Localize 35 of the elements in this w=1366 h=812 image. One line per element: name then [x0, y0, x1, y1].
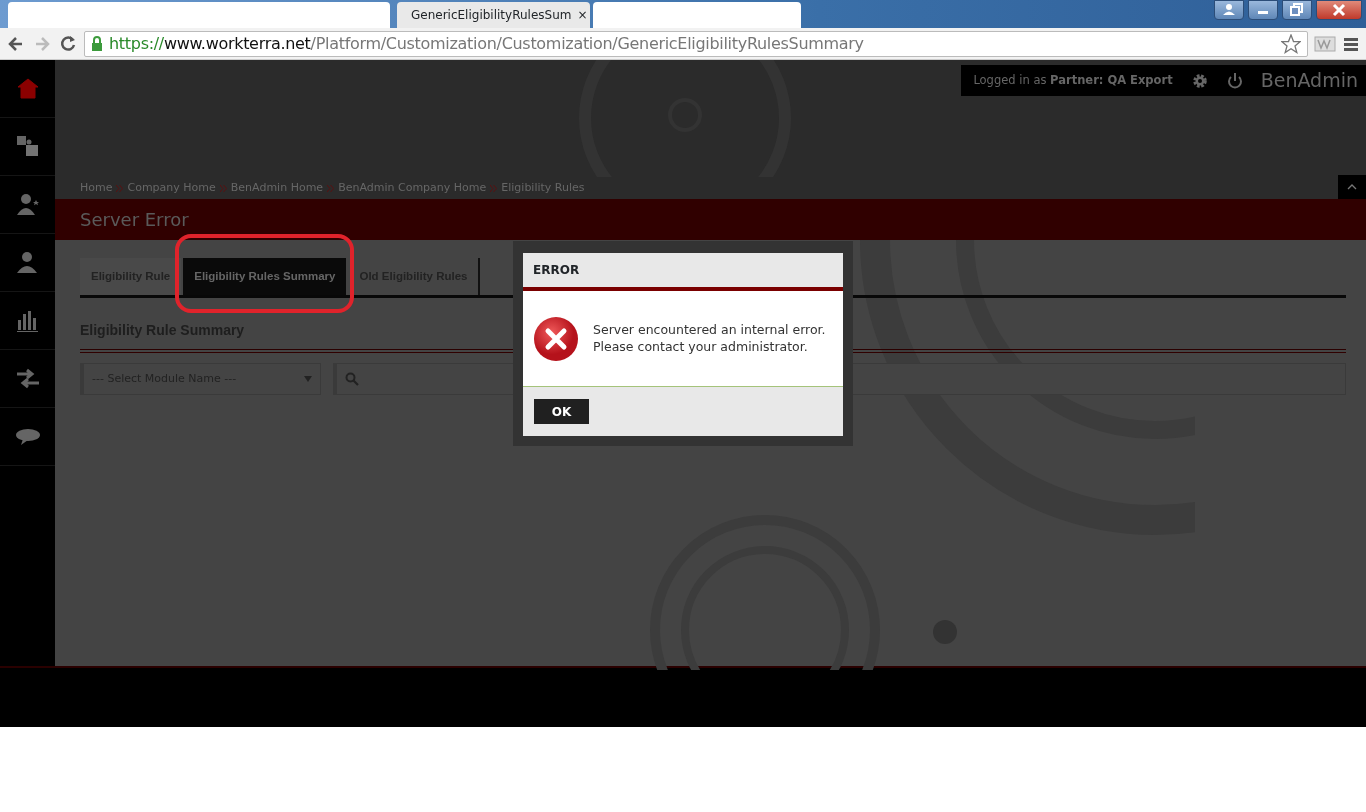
- dialog-title: ERROR: [523, 253, 843, 291]
- close-icon[interactable]: [1331, 2, 1347, 18]
- breadcrumb-link[interactable]: BenAdmin Home: [230, 179, 324, 197]
- user-icon[interactable]: [1221, 2, 1237, 18]
- breadcrumb-separator-icon: [116, 184, 124, 192]
- page-title: Server Error: [55, 199, 1366, 240]
- app-name: BenAdmin: [1260, 68, 1358, 94]
- restore-icon[interactable]: [1289, 2, 1305, 18]
- breadcrumb-link[interactable]: Company Home: [127, 179, 216, 197]
- extension-icon[interactable]: [1314, 34, 1336, 53]
- error-icon: [533, 315, 579, 362]
- ok-button[interactable]: OK: [534, 399, 589, 424]
- breadcrumb-link[interactable]: BenAdmin Company Home: [338, 179, 487, 197]
- chevron-up-icon: [1347, 184, 1357, 190]
- breadcrumb-separator-icon: [490, 184, 498, 192]
- lock-icon: [91, 35, 103, 52]
- login-text: Logged in as Partner: QA Export: [973, 71, 1173, 89]
- power-icon[interactable]: [1226, 71, 1243, 90]
- address-field[interactable]: https://www.workterra.net/Platform/Customization/Customization/GenericEligibilityRulesSummary: [84, 30, 1308, 57]
- breadcrumb-link[interactable]: Home: [80, 179, 113, 197]
- user-star-icon[interactable]: [14, 191, 41, 218]
- settings-icon[interactable]: [1190, 71, 1209, 90]
- dropdown-caret-icon: [304, 376, 312, 382]
- tab-title: GenericEligibilityRulesSum: [411, 7, 572, 24]
- bookmark-star-icon[interactable]: [1281, 33, 1301, 54]
- tab-close-button[interactable]: ×: [577, 6, 588, 24]
- url-text: https://www.workterra.net/Platform/Customization/Customization/GenericEligibilityRulesSummary: [109, 32, 864, 55]
- search-icon: [345, 372, 359, 386]
- reload-icon[interactable]: [58, 33, 78, 54]
- browser-tab[interactable]: GenericEligibilityRulesSum ×: [397, 2, 590, 28]
- breadcrumb-link[interactable]: Eligibility Rules: [501, 179, 585, 197]
- breadcrumb-separator-icon: [327, 184, 335, 192]
- breadcrumb-separator-icon: [219, 184, 227, 192]
- error-message: Server encountered an internal error. Please contact your administrator.: [593, 322, 826, 355]
- tab[interactable]: Eligibility Rules Summary: [183, 258, 347, 295]
